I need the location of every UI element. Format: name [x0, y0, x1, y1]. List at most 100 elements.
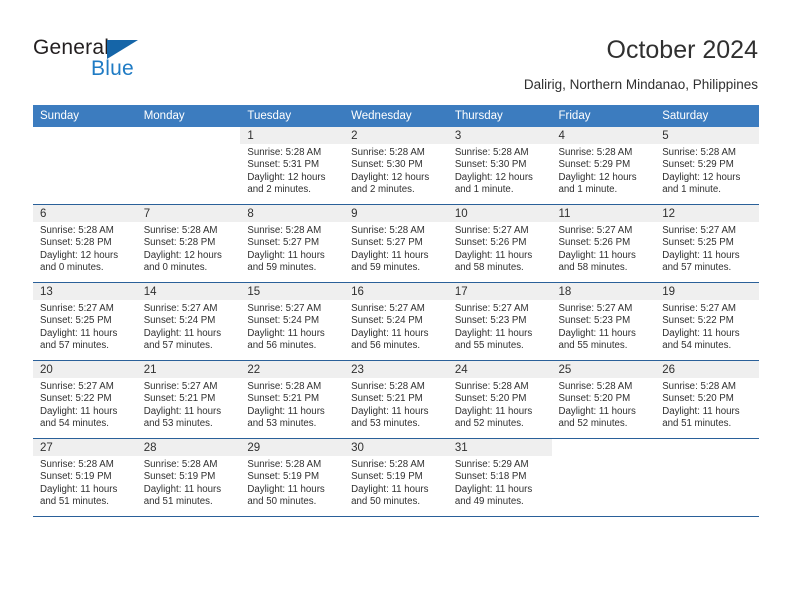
calendar-day-cell-empty — [551, 438, 656, 516]
daylight-text-line2: and 49 minutes. — [454, 495, 524, 507]
daylight-text-line2: and 52 minutes. — [454, 417, 524, 429]
sunrise-text: Sunrise: 5:28 AM — [454, 147, 529, 158]
sunrise-text: Sunrise: 5:28 AM — [247, 225, 322, 236]
sunrise-text: Sunrise: 5:28 AM — [40, 459, 114, 470]
calendar-day-cell[interactable]: 26 Sunrise: 5:28 AM Sunset: 5:20 PM Dayligh… — [655, 360, 759, 439]
daylight-text-line2: and 53 minutes. — [143, 417, 213, 429]
calendar-day-cell[interactable]: 10 Sunrise: 5:27 AM Sunset: 5:26 PM Dayligh… — [447, 204, 552, 283]
day-cell-inner: 13 Sunrise: 5:27 AM Sunset: 5:25 PM Dayligh… — [33, 283, 137, 360]
daylight-text-line2: and 54 minutes. — [40, 417, 109, 429]
calendar-day-cell[interactable]: 31 Sunrise: 5:29 AM Sunset: 5:18 PM Dayligh… — [447, 438, 552, 516]
day-cell-inner: 1 Sunrise: 5:28 AM Sunset: 5:31 PM Daylight… — [240, 127, 345, 204]
sunset-text: Sunset: 5:23 PM — [454, 315, 527, 327]
calendar-day-cell[interactable]: 24 Sunrise: 5:28 AM Sunset: 5:20 PM Dayligh… — [447, 360, 552, 439]
day-cell-inner: 26 Sunrise: 5:28 AM Sunset: 5:20 PM Dayligh… — [655, 361, 759, 438]
calendar-day-cell[interactable]: 23 Sunrise: 5:28 AM Sunset: 5:21 PM Dayligh… — [344, 360, 448, 439]
calendar-day-cell[interactable]: 30 Sunrise: 5:28 AM Sunset: 5:19 PM Dayligh… — [344, 438, 448, 516]
sunrise-text: Sunrise: 5:27 AM — [558, 303, 633, 314]
sunrise-text: Sunrise: 5:28 AM — [351, 381, 425, 392]
calendar-bottom-rule — [33, 516, 759, 517]
calendar-day-cell[interactable]: 20 Sunrise: 5:27 AM Sunset: 5:22 PM Dayligh… — [33, 360, 137, 439]
sunrise-text: Sunrise: 5:27 AM — [247, 303, 322, 314]
calendar-day-cell[interactable]: 5 Sunrise: 5:28 AM Sunset: 5:29 PM Daylight… — [655, 127, 759, 205]
sunset-text: Sunset: 5:20 PM — [662, 393, 734, 405]
sunrise-text: Sunrise: 5:28 AM — [143, 225, 218, 236]
day-number: 11 — [558, 208, 571, 220]
calendar-day-cell[interactable]: 16 Sunrise: 5:27 AM Sunset: 5:24 PM Dayligh… — [344, 282, 448, 361]
day-number: 21 — [143, 364, 157, 376]
day-number: 7 — [143, 208, 151, 220]
day-cell-inner: 29 Sunrise: 5:28 AM Sunset: 5:19 PM Dayligh… — [240, 439, 345, 516]
calendar-day-cell[interactable]: 29 Sunrise: 5:28 AM Sunset: 5:19 PM Dayligh… — [240, 438, 345, 516]
sunrise-text: Sunrise: 5:27 AM — [351, 303, 425, 314]
calendar-day-cell[interactable]: 4 Sunrise: 5:28 AM Sunset: 5:29 PM Daylight… — [551, 127, 656, 205]
calendar-day-cell[interactable]: 14 Sunrise: 5:27 AM Sunset: 5:24 PM Dayligh… — [136, 282, 241, 361]
day-number: 6 — [40, 208, 47, 220]
daylight-text-line1: Daylight: 11 hours — [40, 327, 118, 339]
day-cell-inner: 10 Sunrise: 5:27 AM Sunset: 5:26 PM Dayligh… — [447, 205, 552, 282]
calendar-day-cell[interactable]: 13 Sunrise: 5:27 AM Sunset: 5:25 PM Dayligh… — [33, 282, 137, 361]
calendar-day-cell[interactable]: 22 Sunrise: 5:28 AM Sunset: 5:21 PM Dayligh… — [240, 360, 345, 439]
daylight-text-line1: Daylight: 11 hours — [454, 327, 533, 339]
calendar-day-cell[interactable]: 8 Sunrise: 5:28 AM Sunset: 5:27 PM Daylight… — [240, 204, 345, 283]
calendar-day-cell[interactable]: 25 Sunrise: 5:28 AM Sunset: 5:20 PM Dayligh… — [551, 360, 656, 439]
day-cell-inner — [552, 439, 656, 516]
calendar-day-cell[interactable]: 17 Sunrise: 5:27 AM Sunset: 5:23 PM Dayligh… — [447, 282, 552, 361]
calendar-day-cell-empty — [136, 127, 241, 205]
sunrise-text: Sunrise: 5:27 AM — [662, 303, 736, 314]
calendar-day-cell-empty — [33, 127, 137, 205]
day-detail: Sunrise: 5:28 AM Sunset: 5:20 PM Daylight:… — [655, 378, 759, 430]
sunrise-text: Sunrise: 5:28 AM — [143, 459, 218, 470]
calendar-day-cell[interactable]: 11 Sunrise: 5:27 AM Sunset: 5:26 PM Dayligh… — [551, 204, 656, 283]
general-blue-logo[interactable]: General Blue — [33, 36, 253, 86]
daylight-text-line2: and 1 minute. — [558, 183, 618, 195]
daylight-text-line1: Daylight: 11 hours — [351, 327, 429, 339]
daylight-text-line1: Daylight: 11 hours — [351, 483, 429, 495]
sunset-text: Sunset: 5:20 PM — [454, 393, 527, 405]
day-cell-inner: 31 Sunrise: 5:29 AM Sunset: 5:18 PM Dayligh… — [447, 439, 552, 516]
calendar-day-cell[interactable]: 6 Sunrise: 5:28 AM Sunset: 5:28 PM Daylight… — [33, 204, 137, 283]
sunset-text: Sunset: 5:20 PM — [558, 393, 631, 405]
day-cell-inner: 12 Sunrise: 5:27 AM Sunset: 5:25 PM Dayligh… — [655, 205, 759, 282]
daylight-text-line1: Daylight: 11 hours — [247, 405, 325, 417]
calendar-day-cell[interactable]: 12 Sunrise: 5:27 AM Sunset: 5:25 PM Dayligh… — [655, 204, 759, 283]
day-cell-inner — [137, 127, 241, 204]
daylight-text-line2: and 51 minutes. — [662, 417, 732, 429]
calendar-day-cell[interactable]: 19 Sunrise: 5:27 AM Sunset: 5:22 PM Dayligh… — [655, 282, 759, 361]
calendar-day-cell[interactable]: 7 Sunrise: 5:28 AM Sunset: 5:28 PM Daylight… — [136, 204, 241, 283]
day-detail: Sunrise: 5:28 AM Sunset: 5:21 PM Daylight:… — [344, 378, 448, 430]
calendar-day-cell[interactable]: 9 Sunrise: 5:28 AM Sunset: 5:27 PM Daylight… — [344, 204, 448, 283]
sunrise-text: Sunrise: 5:27 AM — [662, 225, 736, 236]
sunset-text: Sunset: 5:25 PM — [40, 315, 112, 327]
sunset-text: Sunset: 5:29 PM — [662, 159, 734, 171]
sunset-text: Sunset: 5:21 PM — [351, 393, 423, 405]
calendar-day-cell[interactable]: 27 Sunrise: 5:28 AM Sunset: 5:19 PM Dayligh… — [33, 438, 137, 516]
day-cell-inner: 6 Sunrise: 5:28 AM Sunset: 5:28 PM Daylight… — [33, 205, 137, 282]
calendar-day-cell[interactable]: 15 Sunrise: 5:27 AM Sunset: 5:24 PM Dayligh… — [240, 282, 345, 361]
daylight-text-line2: and 57 minutes. — [662, 261, 732, 273]
day-cell-inner: 23 Sunrise: 5:28 AM Sunset: 5:21 PM Dayligh… — [344, 361, 448, 438]
calendar-day-cell[interactable]: 1 Sunrise: 5:28 AM Sunset: 5:31 PM Daylight… — [240, 127, 345, 205]
daylight-text-line2: and 56 minutes. — [247, 339, 317, 351]
day-cell-inner: 8 Sunrise: 5:28 AM Sunset: 5:27 PM Daylight… — [240, 205, 345, 282]
calendar-day-cell[interactable]: 3 Sunrise: 5:28 AM Sunset: 5:30 PM Daylight… — [447, 127, 552, 205]
day-detail: Sunrise: 5:28 AM Sunset: 5:30 PM Daylight:… — [344, 144, 448, 196]
calendar-day-cell[interactable]: 21 Sunrise: 5:27 AM Sunset: 5:21 PM Dayligh… — [136, 360, 241, 439]
day-cell-inner — [33, 127, 137, 204]
daylight-text-line2: and 2 minutes. — [351, 183, 415, 195]
sunset-text: Sunset: 5:30 PM — [454, 159, 527, 171]
sunset-text: Sunset: 5:28 PM — [40, 237, 112, 249]
sunrise-text: Sunrise: 5:27 AM — [40, 381, 114, 392]
daylight-text-line1: Daylight: 12 hours — [40, 249, 119, 261]
day-cell-inner: 19 Sunrise: 5:27 AM Sunset: 5:22 PM Dayligh… — [655, 283, 759, 360]
calendar-day-cell[interactable]: 2 Sunrise: 5:28 AM Sunset: 5:30 PM Daylight… — [344, 127, 448, 205]
sunset-text: Sunset: 5:31 PM — [247, 159, 320, 171]
calendar-day-cell[interactable]: 18 Sunrise: 5:27 AM Sunset: 5:23 PM Dayligh… — [551, 282, 656, 361]
day-cell-inner: 3 Sunrise: 5:28 AM Sunset: 5:30 PM Daylight… — [447, 127, 552, 204]
day-detail: Sunrise: 5:27 AM Sunset: 5:21 PM Daylight:… — [137, 378, 241, 430]
day-number: 23 — [351, 364, 364, 376]
day-cell-inner: 22 Sunrise: 5:28 AM Sunset: 5:21 PM Dayligh… — [240, 361, 345, 438]
day-cell-inner: 21 Sunrise: 5:27 AM Sunset: 5:21 PM Dayligh… — [136, 361, 241, 438]
calendar-day-cell[interactable]: 28 Sunrise: 5:28 AM Sunset: 5:19 PM Dayligh… — [136, 438, 241, 516]
sunrise-text: Sunrise: 5:28 AM — [351, 459, 425, 470]
